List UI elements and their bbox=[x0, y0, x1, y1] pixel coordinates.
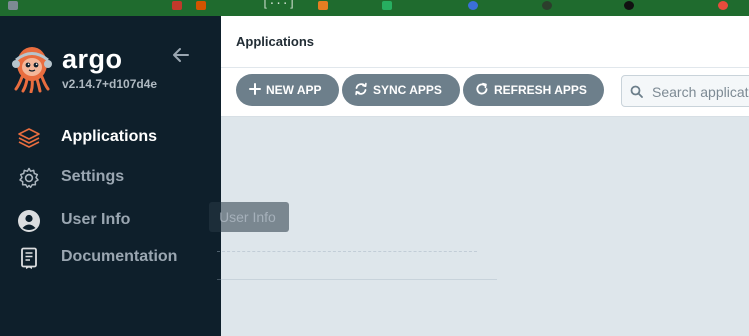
sidebar-item-label: Documentation bbox=[61, 248, 178, 265]
arrow-left-icon bbox=[173, 48, 189, 62]
tab-favicon-icon bbox=[172, 1, 182, 10]
refresh-icon bbox=[475, 82, 489, 96]
sidebar-item-label: Applications bbox=[61, 128, 158, 145]
refresh-apps-label: REFRESH APPS bbox=[494, 83, 587, 97]
tab-favicon-icon bbox=[196, 1, 206, 10]
sidebar-item-applications[interactable]: Applications bbox=[0, 121, 221, 155]
browser-tab-strip: [···] bbox=[0, 0, 749, 16]
search-box[interactable] bbox=[621, 75, 749, 107]
sidebar: argo v2.14.7+d107d4e Applications Settin… bbox=[0, 16, 221, 336]
argo-logo bbox=[10, 43, 54, 94]
collapse-sidebar-button[interactable] bbox=[170, 44, 192, 66]
tab-favicon-icon bbox=[468, 1, 478, 10]
search-input[interactable] bbox=[652, 83, 749, 101]
toolbar: NEW APP SYNC APPS REFRESH APPS bbox=[221, 68, 749, 117]
tab-favicon-icon bbox=[318, 1, 328, 10]
sidebar-item-label: Settings bbox=[61, 168, 125, 185]
sync-icon bbox=[354, 82, 368, 96]
tab-favicon-icon bbox=[624, 1, 634, 10]
sidebar-item-user-info[interactable]: User Info bbox=[0, 204, 221, 238]
search-icon bbox=[630, 85, 643, 98]
refresh-apps-button[interactable]: REFRESH APPS bbox=[463, 74, 604, 106]
page-header: Applications bbox=[221, 16, 749, 68]
tab-favicon-icon bbox=[718, 1, 728, 10]
gear-icon bbox=[17, 166, 41, 190]
sync-apps-label: SYNC APPS bbox=[373, 83, 442, 97]
sidebar-item-label: User Info bbox=[61, 211, 131, 228]
new-app-label: NEW APP bbox=[266, 83, 322, 97]
stack-layers-icon bbox=[17, 126, 41, 150]
new-app-button[interactable]: NEW APP bbox=[236, 74, 339, 106]
tab-favicon-icon bbox=[382, 1, 392, 10]
applications-content bbox=[221, 117, 749, 336]
plus-icon bbox=[248, 82, 262, 96]
document-icon bbox=[17, 246, 41, 270]
version-label: v2.14.7+d107d4e bbox=[62, 77, 158, 91]
sidebar-item-documentation[interactable]: Documentation bbox=[0, 241, 221, 275]
sync-apps-button[interactable]: SYNC APPS bbox=[342, 74, 460, 106]
tab-favicon-icon bbox=[542, 1, 552, 10]
user-circle-icon bbox=[17, 209, 41, 233]
brand-name: argo bbox=[62, 44, 123, 74]
page-title: Applications bbox=[236, 34, 315, 49]
tab-title: [···] bbox=[262, 0, 296, 10]
tab-favicon-icon bbox=[8, 1, 18, 10]
sidebar-item-settings[interactable]: Settings bbox=[0, 161, 221, 195]
